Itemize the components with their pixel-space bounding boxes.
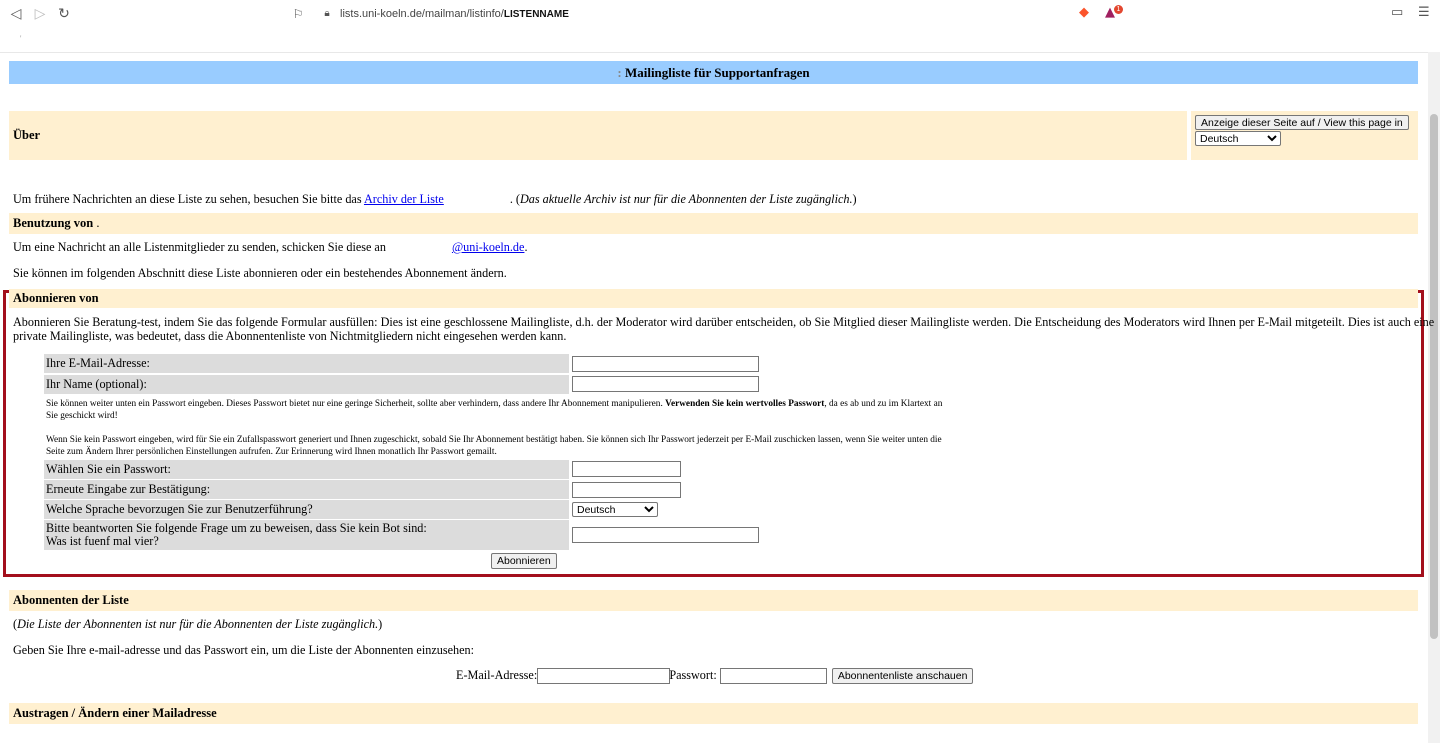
send-line: Um eine Nachricht an alle Listenmitglied… <box>13 240 527 255</box>
pw-note-2a: Wenn Sie kein Passwort eingeben, wird fü… <box>46 435 942 445</box>
subscribe-intro: Abonnieren Sie Beratung-test, indem Sie … <box>13 315 1434 343</box>
list-email-link[interactable]: @uni-koeln.de <box>452 240 524 254</box>
usage-heading: Benutzung von . <box>9 213 1418 234</box>
about-heading: Über <box>9 111 1187 160</box>
title-prefix: : <box>617 65 622 80</box>
password-note-2: Wenn Sie kein Passwort eingeben, wird fü… <box>46 434 1006 458</box>
password-label: Wählen Sie ein Passwort: <box>44 460 569 479</box>
url-list: LISTENNAME <box>503 9 569 20</box>
subscribers-email-field[interactable] <box>537 668 671 685</box>
archive-close: ) <box>852 192 857 206</box>
lock-icon: 🔒︎ <box>324 8 330 19</box>
forward-icon[interactable]: ▷ <box>31 5 49 23</box>
password-confirm-field[interactable] <box>572 482 681 498</box>
email-field[interactable] <box>572 356 759 372</box>
subscribers-password-label: Passwort: <box>669 668 717 682</box>
subscribers-note: (Die Liste der Abonnenten ist nur für di… <box>13 617 382 632</box>
language-box: Anzeige dieser Seite auf / View this pag… <box>1191 111 1418 160</box>
rewards-badge: 1 <box>1114 5 1123 14</box>
usage-heading-suffix: . <box>93 216 100 230</box>
pw-note-1a: Sie können weiter unten ein Passwort ein… <box>46 399 666 409</box>
view-language-button[interactable]: Anzeige dieser Seite auf / View this pag… <box>1195 115 1409 130</box>
language-select[interactable]: Deutsch <box>572 502 658 517</box>
url-prefix: lists.uni-koeln.de/mailman/listinfo/ <box>340 8 504 20</box>
bot-question-label: Bitte beantworten Sie folgende Frage um … <box>44 520 569 550</box>
subscribe-info: Sie können im folgenden Abschnitt diese … <box>13 266 507 280</box>
subscribers-heading: Abonnenten der Liste <box>9 590 1418 611</box>
subscribers-form: E-Mail-Adresse: Passwort: Abonnentenlist… <box>456 668 974 685</box>
name-field[interactable] <box>572 376 759 392</box>
browser-toolbar: ◁ ▷ ↻ ⚐ 🔒︎ lists.uni-koeln.de/mailman/li… <box>0 0 1440 53</box>
page-language-select[interactable]: Deutsch <box>1195 131 1281 146</box>
bookmarks-bar-dot: ' <box>20 34 22 43</box>
archive-note: Das aktuelle Archiv ist nur für die Abon… <box>519 192 853 206</box>
password-field[interactable] <box>572 461 681 477</box>
archive-link[interactable]: Archiv der Liste <box>364 192 444 206</box>
subscribers-note-close: ) <box>378 617 383 631</box>
name-label: Ihr Name (optional): <box>44 375 569 394</box>
scrollbar-thumb[interactable] <box>1430 114 1438 639</box>
wallet-icon[interactable]: ▭ <box>1391 5 1403 21</box>
email-label: Ihre E-Mail-Adresse: <box>44 354 569 373</box>
pw-note-1b: Verwenden Sie kein wertvolles Passwort <box>665 399 825 409</box>
subscribe-intro-1: Abonnieren Sie Beratung-test, indem Sie … <box>13 315 1435 329</box>
usage-heading-text: Benutzung von <box>13 216 94 230</box>
pw-note-1c: , da es ab und zu im Klartext an <box>824 399 943 409</box>
bot-question-2: Was ist fuenf mal vier? <box>46 534 159 548</box>
archive-open: . ( <box>509 192 520 206</box>
pw-note-2b: Seite zum Ändern Ihrer persönlichen Eins… <box>46 447 497 457</box>
unsubscribe-heading: Austragen / Ändern einer Mailadresse <box>9 703 1418 724</box>
view-subscribers-button[interactable]: Abonnentenliste anschauen <box>831 668 974 685</box>
password-confirm-label: Erneute Eingabe zur Bestätigung: <box>44 480 569 499</box>
language-label: Welche Sprache bevorzugen Sie zur Benutz… <box>44 500 569 519</box>
page-title: : Mailingliste für Supportanfragen <box>9 61 1418 84</box>
subscribers-instructions: Geben Sie Ihre e-mail-adresse und das Pa… <box>13 643 474 657</box>
scrollbar[interactable] <box>1428 52 1440 743</box>
reload-icon[interactable]: ↻ <box>55 5 73 23</box>
subscribers-email-label: E-Mail-Adresse: <box>456 668 538 682</box>
back-icon[interactable]: ◁ <box>7 5 25 23</box>
subscribers-password-field[interactable] <box>719 668 827 685</box>
send-period: . <box>524 240 528 254</box>
about-row: Über Anzeige dieser Seite auf / View thi… <box>9 111 1418 161</box>
password-note-1: Sie können weiter unten ein Passwort ein… <box>46 398 1006 422</box>
archive-text: Um frühere Nachrichten an diese Liste zu… <box>13 192 364 206</box>
send-text: Um eine Nachricht an alle Listenmitglied… <box>13 240 386 254</box>
bookmark-icon[interactable]: ⚐ <box>289 5 307 23</box>
subscribers-note-text: Die Liste der Abonnenten ist nur für die… <box>17 617 379 631</box>
bot-answer-field[interactable] <box>572 527 759 543</box>
pw-note-1d: Sie geschickt wird! <box>46 411 118 421</box>
menu-icon[interactable]: ☰ <box>1418 5 1430 21</box>
subscribe-intro-2: private Mailingliste, was bedeutet, dass… <box>13 329 567 343</box>
brave-shield-icon[interactable]: ◆ <box>1079 5 1089 21</box>
address-bar[interactable]: lists.uni-koeln.de/mailman/listinfo/LIST… <box>340 8 569 20</box>
archive-line: Um frühere Nachrichten an diese Liste zu… <box>13 192 857 207</box>
title-text: Mailingliste für Supportanfragen <box>624 65 810 80</box>
subscribe-heading: Abonnieren von <box>9 289 1418 308</box>
subscribe-button[interactable]: Abonnieren <box>491 553 557 569</box>
